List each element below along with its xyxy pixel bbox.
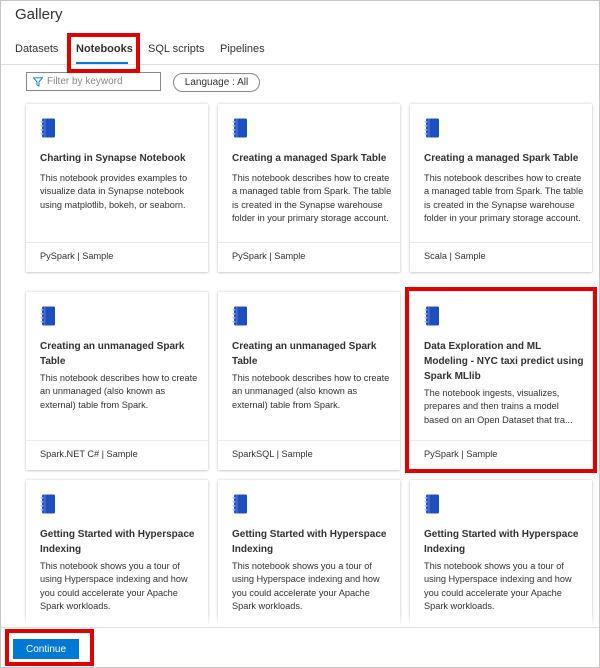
language-filter-pill[interactable]: Language : All [173,73,260,92]
filter-icon [33,76,43,87]
card-footer-tags: PySpark | Sample [40,251,114,261]
card-divider [410,242,592,243]
card-description: This notebook describes how to create a … [232,173,392,223]
tab-notebooks[interactable]: Notebooks [76,43,133,55]
tab-datasets[interactable]: Datasets [15,43,58,55]
notebook-card[interactable]: Creating a managed Spark Table This noteb… [218,104,400,272]
dialog-footer [1,627,599,667]
card-description: This notebook shows you a tour of using … [232,561,380,611]
notebook-icon [40,306,55,326]
notebook-icon [424,494,439,514]
notebook-icon [40,494,55,514]
notebook-card[interactable]: Getting Started with Hyperspace Indexing… [26,480,208,630]
filter-box[interactable] [26,72,161,91]
card-title: Creating a managed Spark Table [424,153,579,164]
notebook-icon [40,118,55,138]
card-footer-tags: Scala | Sample [424,251,486,261]
active-tab-indicator [76,62,128,64]
card-title: Charting in Synapse Notebook [40,153,186,164]
dialog-title: Gallery [15,6,63,23]
card-title: Creating a managed Spark Table [232,153,387,164]
card-divider [26,242,208,243]
notebook-icon [232,118,247,138]
card-description: This notebook describes how to create an… [40,373,198,410]
card-title: Getting Started with Hyperspace Indexing [424,529,579,555]
notebook-icon [424,118,439,138]
notebook-card[interactable]: Getting Started with Hyperspace Indexing… [410,480,592,630]
notebook-card[interactable]: Creating an unmanaged Spark Table This no… [218,292,400,470]
notebook-card[interactable]: Creating a managed Spark Table This noteb… [410,104,592,272]
notebook-card[interactable]: Creating an unmanaged Spark Table This no… [26,292,208,470]
card-divider [410,440,592,441]
card-title: Getting Started with Hyperspace Indexing [232,529,387,555]
notebook-icon [424,306,439,326]
filter-input[interactable] [47,76,147,87]
card-description: This notebook shows you a tour of using … [40,561,188,611]
gallery-dialog: Gallery Datasets Notebooks SQL scripts P… [0,0,600,668]
card-footer-tags: PySpark | Sample [424,449,498,459]
card-description: The notebook ingests, visualizes, prepar… [424,388,573,425]
card-divider [26,440,208,441]
notebook-card[interactable]: Getting Started with Hyperspace Indexing… [218,480,400,630]
tab-pipelines[interactable]: Pipelines [220,43,265,55]
continue-button[interactable]: Continue [13,639,79,659]
card-description: This notebook provides examples to visua… [40,173,188,210]
card-description: This notebook describes how to create an… [232,373,390,410]
notebook-card[interactable]: Charting in Synapse Notebook This noteboo… [26,104,208,272]
card-title: Getting Started with Hyperspace Indexing [40,529,195,555]
notebook-icon [232,306,247,326]
notebook-icon [232,494,247,514]
card-title: Creating an unmanaged Spark Table [232,341,377,367]
card-footer-tags: PySpark | Sample [232,251,306,261]
card-divider [218,440,400,441]
tab-sql-scripts[interactable]: SQL scripts [148,43,204,55]
card-footer-tags: Spark.NET C# | Sample [40,449,138,459]
card-footer-tags: SparkSQL | Sample [232,449,313,459]
notebook-card[interactable]: Data Exploration and ML Modeling - NYC t… [410,292,592,470]
card-title: Data Exploration and ML Modeling - NYC t… [424,341,584,382]
card-description: This notebook shows you a tour of using … [424,561,572,611]
card-title: Creating an unmanaged Spark Table [40,341,185,367]
card-divider [218,242,400,243]
card-description: This notebook describes how to create a … [424,173,584,223]
